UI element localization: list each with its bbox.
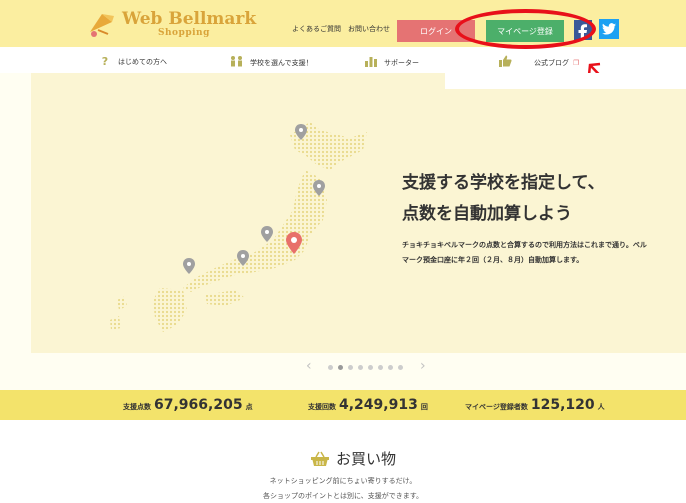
contact-link[interactable]: お問い合わせ [348, 24, 390, 34]
question-icon: ? [101, 55, 109, 68]
stat-label: 支援回数 [308, 403, 336, 411]
stat-label: マイページ登録者数 [465, 403, 528, 411]
carousel-dot-active[interactable] [338, 365, 343, 370]
stat-support-points: 支援点数 67,966,205 点 [123, 397, 253, 413]
carousel-dot[interactable] [398, 365, 403, 370]
nav-item-supporters[interactable]: サポーター [362, 55, 419, 70]
twitter-icon [602, 23, 616, 35]
hero-title-line2: 点数を自動加算しよう [402, 204, 572, 224]
annotation-highlight-ellipse [455, 9, 596, 49]
hero-stripe [445, 73, 686, 89]
carousel-next-icon[interactable]: › [420, 358, 426, 374]
stat-mypage-count: マイページ登録者数 125,120 人 [465, 397, 605, 413]
nav-item-label: 学校を選んで支援！ [250, 58, 313, 67]
stats-bar: 支援点数 67,966,205 点 支援回数 4,249,913 回 マイページ… [0, 390, 686, 420]
nav-item-beginners[interactable]: ? はじめての方へ [96, 55, 167, 68]
carousel-dot[interactable] [388, 365, 393, 370]
japan-map-illustration [110, 122, 367, 332]
shopping-description-line1: ネットショッピング前にちょい寄りするだけ。 [269, 477, 417, 485]
carousel-dot[interactable] [348, 365, 353, 370]
nav-item-label: はじめての方へ [118, 57, 167, 66]
faq-link[interactable]: よくあるご質問 [292, 24, 341, 34]
hero-title: 支援する学校を指定して、 点数を自動加算しよう [402, 168, 605, 230]
carousel-dot[interactable] [358, 365, 363, 370]
people-icon [228, 55, 246, 70]
shopping-title: お買い物 [336, 450, 397, 468]
bar-chart-icon [362, 55, 380, 70]
stat-label: 支援点数 [123, 403, 151, 411]
logo-title: Web Bellmark [122, 9, 257, 29]
map-pin-icon [183, 258, 195, 274]
thumbs-up-icon [496, 55, 514, 70]
carousel-prev-icon[interactable]: ‹ [306, 358, 312, 374]
bell-logo-icon [90, 14, 114, 37]
map-pin-icon [261, 226, 273, 242]
stat-unit: 点 [245, 403, 253, 411]
stat-value: 125,120 [530, 397, 595, 413]
stat-value: 67,966,205 [154, 397, 243, 413]
stat-value: 4,249,913 [339, 397, 418, 413]
hero-description: チョキチョキベルマークの点数と合算するので利用方法はこれまで通り。ベルマーク預金… [402, 241, 647, 264]
shopping-basket-icon [311, 451, 329, 466]
nav-item-label: 公式ブログ [534, 58, 569, 67]
carousel-dot[interactable] [328, 365, 333, 370]
hero-title-line1: 支援する学校を指定して、 [402, 173, 605, 193]
stat-unit: 回 [420, 403, 428, 411]
carousel-dot[interactable] [368, 365, 373, 370]
site-logo[interactable]: Web Bellmark Shopping [86, 8, 256, 40]
carousel-controls: ‹ › [300, 358, 440, 374]
shopping-section-title: お買い物 [310, 448, 396, 469]
stat-support-count: 支援回数 4,249,913 回 [308, 397, 428, 413]
shopping-description-line2: 各ショップのポイントとは別に、支援ができます。 [262, 492, 424, 500]
external-link-icon: ❐ [573, 58, 580, 67]
nav-item-blog[interactable]: 公式ブログ ❐ [496, 55, 579, 70]
twitter-button[interactable] [599, 19, 619, 39]
nav-item-choose-school[interactable]: 学校を選んで支援！ [228, 55, 313, 70]
stat-unit: 人 [597, 403, 605, 411]
logo-subtitle: Shopping [158, 28, 210, 38]
main-nav: ? はじめての方へ 学校を選んで支援！ サポーター 公式ブログ ❐ [0, 47, 686, 75]
carousel-dot[interactable] [378, 365, 383, 370]
nav-item-label: サポーター [384, 58, 419, 67]
